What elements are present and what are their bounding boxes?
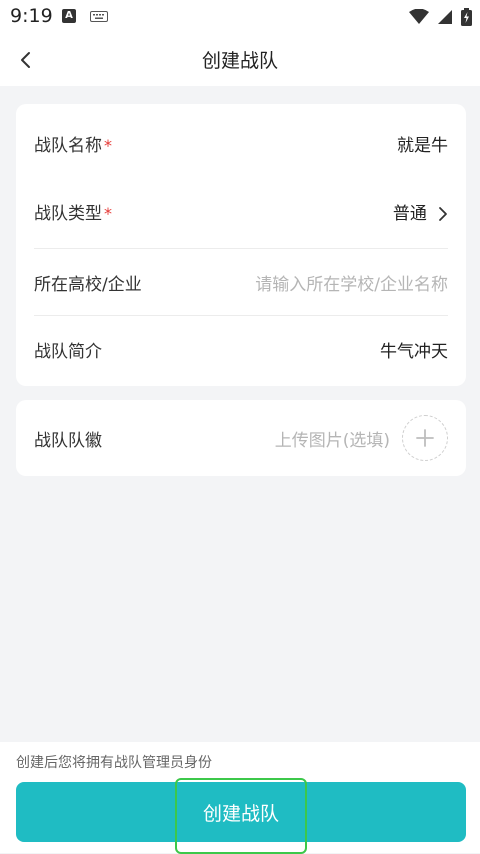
school-label: 所在高校/企业 [34, 274, 142, 295]
badge-label: 战队队徽 [34, 430, 102, 451]
signal-icon [438, 10, 452, 24]
team-name-row[interactable]: 战队名称 * 就是牛 [34, 110, 448, 176]
team-type-label: 战队类型 [34, 203, 102, 224]
team-type-row[interactable]: 战队类型 * 普通 [34, 178, 448, 244]
required-mark: * [104, 203, 112, 223]
title-bar: 创建战队 [0, 34, 480, 86]
wifi-icon [409, 9, 429, 24]
badge-row: 战队队徽 上传图片(选填) [34, 405, 448, 471]
footer: 创建后您将拥有战队管理员身份 创建战队 [0, 742, 480, 853]
create-team-button[interactable]: 创建战队 [16, 782, 466, 842]
status-bar: 9:19 A [0, 0, 480, 34]
team-name-input[interactable]: 就是牛 [397, 131, 448, 156]
badge-upload-group: 上传图片(选填) [275, 415, 448, 461]
intro-label: 战队简介 [34, 341, 102, 362]
admin-note: 创建后您将拥有战队管理员身份 [16, 755, 212, 771]
school-input[interactable]: 请输入所在学校/企业名称 [255, 270, 448, 295]
required-mark: * [104, 135, 112, 155]
team-name-label: 战队名称 [34, 135, 102, 156]
intro-input[interactable]: 牛气冲天 [380, 337, 448, 362]
notification-a-icon: A [62, 9, 76, 23]
chevron-right-icon [439, 207, 447, 221]
status-time: 9:19 [10, 5, 53, 27]
team-badge-card: 战队队徽 上传图片(选填) [16, 400, 466, 476]
team-type-select[interactable]: 普通 [393, 199, 448, 224]
plus-icon [416, 429, 434, 447]
keyboard-icon [90, 11, 108, 22]
page-title: 创建战队 [201, 50, 278, 72]
school-row[interactable]: 所在高校/企业 请输入所在学校/企业名称 [34, 249, 448, 315]
team-info-card: 战队名称 * 就是牛 战队类型 * 普通 所在高校/企业 请输入所在学校/企业名称 … [16, 104, 466, 386]
create-team-label: 创建战队 [202, 802, 279, 825]
intro-row[interactable]: 战队简介 牛气冲天 [34, 316, 448, 382]
battery-icon [461, 8, 472, 26]
team-name-label-wrap: 战队名称 * [34, 131, 112, 156]
badge-upload-hint: 上传图片(选填) [274, 430, 390, 451]
team-type-label-wrap: 战队类型 * [34, 199, 112, 224]
status-right [409, 7, 472, 27]
upload-badge-button[interactable] [402, 415, 448, 461]
team-type-value: 普通 [392, 203, 427, 224]
